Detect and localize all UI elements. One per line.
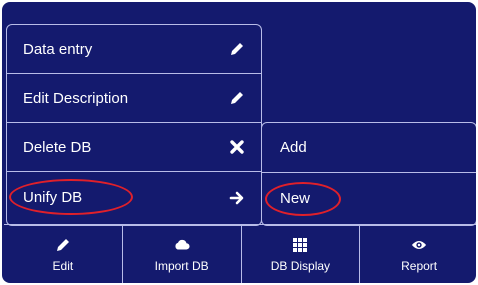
cloud-icon <box>174 237 190 253</box>
menu-item-edit-description[interactable]: Edit Description <box>7 74 261 123</box>
menu-item-label: Unify DB <box>23 189 83 206</box>
submenu-item-new[interactable]: New <box>262 173 476 224</box>
toolbar-db-display-button[interactable]: DB Display <box>242 225 361 283</box>
app-screen: Data entry Edit Description Delete DB Un… <box>2 2 476 283</box>
eye-icon <box>411 237 427 253</box>
toolbar-edit-button[interactable]: Edit <box>4 225 123 283</box>
close-icon <box>229 139 245 155</box>
toolbar-label: DB Display <box>270 258 331 273</box>
db-context-menu: Data entry Edit Description Delete DB Un… <box>6 24 262 226</box>
menu-item-data-entry[interactable]: Data entry <box>7 25 261 74</box>
bottom-toolbar: Edit Import DB DB Display Report <box>4 224 476 283</box>
toolbar-report-button[interactable]: Report <box>360 225 476 283</box>
menu-item-delete-db[interactable]: Delete DB <box>7 123 261 172</box>
submenu-item-label: Add <box>280 139 307 156</box>
arrow-right-icon <box>229 190 245 206</box>
pencil-icon <box>229 41 245 57</box>
menu-item-label: Data entry <box>23 40 93 58</box>
pencil-icon <box>55 237 71 253</box>
submenu-item-label: New <box>280 190 311 207</box>
menu-item-unify-db[interactable]: Unify DB <box>7 172 261 223</box>
grid-icon <box>292 237 308 253</box>
menu-item-label: Delete DB <box>23 138 92 156</box>
menu-item-label: Edit Description <box>23 89 129 107</box>
submenu-item-add[interactable]: Add <box>262 123 476 173</box>
unify-db-submenu: Add New <box>261 122 476 226</box>
pencil-icon <box>229 90 245 106</box>
toolbar-import-db-button[interactable]: Import DB <box>123 225 242 283</box>
toolbar-label: Edit <box>52 258 74 273</box>
toolbar-label: Import DB <box>154 258 209 273</box>
toolbar-label: Report <box>401 258 438 273</box>
